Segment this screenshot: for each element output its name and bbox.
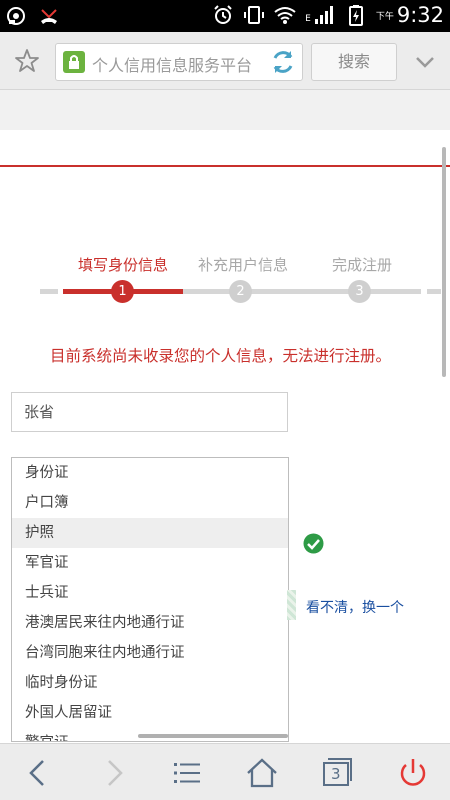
step-track-tail [427,289,441,294]
step-3-marker: 3 [348,280,371,303]
id-type-option[interactable]: 外国人居留证 [12,698,288,728]
valid-check-icon [303,533,324,554]
captcha-refresh-link[interactable]: 看不清，换一个 [306,597,404,617]
id-type-option[interactable]: 身份证 [12,458,288,488]
vibrate-icon [244,6,265,24]
back-icon[interactable] [22,756,56,790]
id-type-option[interactable]: 士兵证 [12,578,288,608]
url-field[interactable]: 个人信用信息服务平台 [55,43,303,81]
bookmark-star-icon[interactable] [14,48,40,74]
status-time: 9:32 [396,3,444,27]
step-2-marker: 2 [229,280,252,303]
secure-lock-icon [63,51,85,73]
captcha-image[interactable] [287,590,296,620]
id-type-option[interactable]: 军官证 [12,548,288,578]
menu-icon[interactable] [170,756,204,790]
browser-address-bar: 个人信用信息服务平台 搜索 [0,32,450,90]
dropdown-scrollbar[interactable] [138,734,288,738]
header-divider [0,165,450,167]
step-2-label: 补充用户信息 [198,256,289,274]
step-1-marker: 1 [111,280,134,303]
refresh-icon[interactable] [269,48,297,76]
id-type-option-selected[interactable]: 护照 [12,518,288,548]
id-type-option[interactable]: 户口簿 [12,488,288,518]
id-type-dropdown-list[interactable]: 身份证 户口簿 护照 军官证 士兵证 港澳居民来往内地通行证 台湾同胞来往内地通… [11,457,289,742]
id-type-option[interactable]: 港澳居民来往内地通行证 [12,608,288,638]
browser-bottom-bar: 3 [0,743,450,800]
search-button[interactable]: 搜索 [311,43,397,81]
name-input[interactable]: 张省 [11,392,288,432]
page-header-band [0,90,450,130]
id-type-option[interactable]: 台湾同胞来往内地通行证 [12,638,288,668]
notification-icon [7,7,25,25]
status-ampm: 下午 [375,11,394,22]
tabs-icon[interactable]: 3 [320,756,354,790]
not-found-warning: 目前系统尚未收录您的个人信息，无法进行注册。 [50,347,392,365]
forward-icon[interactable] [96,756,130,790]
signal-icon [314,6,333,24]
network-type-label: E [305,14,311,24]
url-text: 个人信用信息服务平台 [92,56,253,75]
missed-call-icon [41,9,57,24]
power-icon[interactable] [396,756,430,790]
step-3-label: 完成注册 [332,256,393,274]
home-icon[interactable] [245,756,279,790]
chevron-down-icon[interactable] [413,50,437,74]
step-1-label: 填写身份信息 [78,256,169,274]
tabs-count: 3 [331,765,341,783]
alarm-icon [214,5,232,24]
wifi-icon [274,7,296,24]
step-track-lead [40,289,58,294]
step-track-2 [183,289,421,294]
id-type-option[interactable]: 临时身份证 [12,668,288,698]
status-bar: E 下午 9:32 [0,0,450,32]
battery-icon [348,5,363,26]
page-scrollbar[interactable] [442,147,446,377]
